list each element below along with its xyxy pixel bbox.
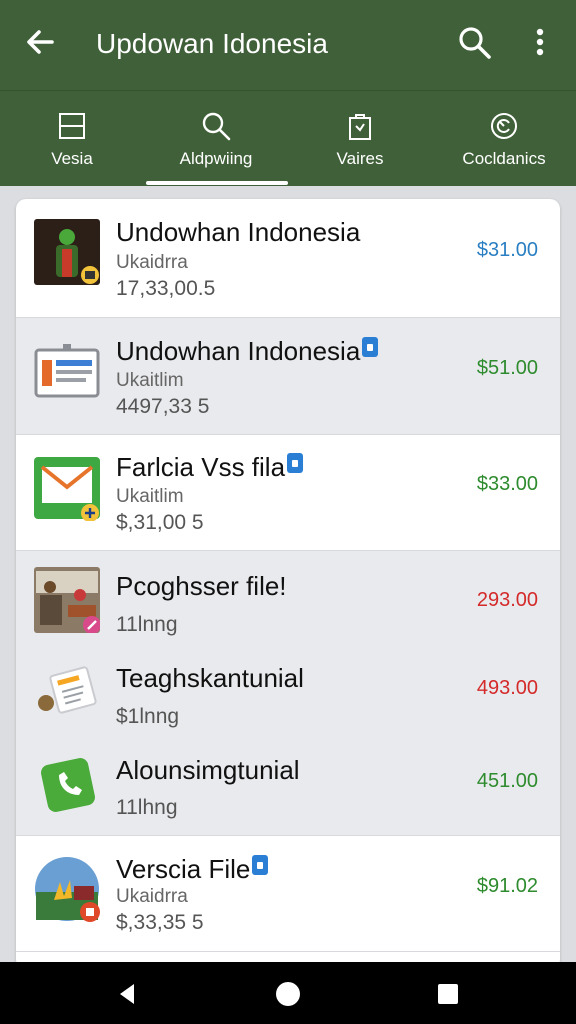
item-name: Verscia File <box>116 854 269 885</box>
mail-envelope-icon <box>34 457 100 521</box>
item-meta: 11lhng <box>116 796 178 819</box>
item-price: $51.00 <box>476 357 538 379</box>
recents-square-icon[interactable] <box>434 980 462 1008</box>
item-meta: $1lnng <box>116 705 180 728</box>
item-subtitle: Ukaitlim <box>116 370 184 391</box>
tab-label: Vesia <box>51 149 93 168</box>
shopping-bag-icon <box>349 114 371 140</box>
list-item[interactable]: Farlcia Vss fila Ukaitlim $,31,00 5 $33.… <box>16 435 560 551</box>
system-navigation-bar <box>0 962 576 1024</box>
item-price: 293.00 <box>476 589 538 611</box>
app-bar: Updowan Idonesia <box>0 0 576 90</box>
item-name: Teaghskantunial <box>116 663 304 693</box>
list-item[interactable]: Undowhan Indonesia Ukaitlim 4497,33 5 $5… <box>16 318 560 435</box>
item-meta: 17,33,00.5 <box>116 277 216 300</box>
item-subtitle: Ukaitlim <box>116 486 184 507</box>
page-title: Updowan Idonesia <box>96 28 328 59</box>
lock-badge-icon <box>252 855 269 875</box>
landscape-photo-thumbnail <box>35 857 100 922</box>
lock-badge-icon <box>362 337 379 357</box>
search-icon <box>202 112 231 141</box>
list-item[interactable]: Pcoghsser file! 11lnng 293.00 <box>16 551 560 647</box>
item-name: Farlcia Vss fila <box>116 452 304 483</box>
square-window-icon <box>59 113 85 139</box>
item-name: Pcoghsser file! <box>116 571 287 601</box>
list-item[interactable]: Verscia File Ukaidrra $,33,35 5 $91.02 <box>16 836 560 952</box>
item-name: Alounsimgtunial <box>116 755 300 785</box>
list-group: Pcoghsser file! 11lnng 293.00 Teaghskant… <box>16 551 560 836</box>
item-meta: 4497,33 5 <box>116 395 210 418</box>
item-subtitle: Ukaidrra <box>116 252 188 273</box>
search-icon[interactable] <box>458 26 492 60</box>
item-price: 493.00 <box>476 677 538 699</box>
presentation-board-icon <box>34 344 100 398</box>
lock-badge-icon <box>287 453 304 473</box>
tab-vaires[interactable]: Vaires <box>288 91 432 187</box>
item-price: $91.02 <box>476 875 538 897</box>
item-price: 451.00 <box>476 770 538 792</box>
photo-thumbnail <box>34 567 100 633</box>
item-name: Undowhan Indonesia <box>116 217 361 247</box>
phone-call-icon <box>41 758 95 812</box>
home-circle-icon[interactable] <box>274 980 302 1008</box>
tab-bar: Vesia Aldpwiing Vaires Cocldanics <box>0 90 576 186</box>
item-meta: $,33,35 5 <box>116 911 204 934</box>
documents-icon <box>38 666 97 714</box>
tab-label: Aldpwiing <box>179 149 253 168</box>
tab-cocldanics[interactable]: Cocldanics <box>432 91 576 187</box>
tab-label: Vaires <box>336 149 384 168</box>
list-item[interactable]: Teaghskantunial $1lnng 493.00 <box>16 647 560 739</box>
selected-tab-indicator <box>146 181 288 185</box>
item-meta: $,31,00 5 <box>116 511 204 534</box>
file-list: Undowhan Indonesia Ukaidrra 17,33,00.5 $… <box>16 199 560 969</box>
item-subtitle: Ukaidrra <box>116 886 188 907</box>
tab-vesia[interactable]: Vesia <box>0 91 144 187</box>
tab-aldpwiing[interactable]: Aldpwiing <box>144 91 288 187</box>
person-avatar-thumbnail <box>34 219 100 285</box>
list-item[interactable]: Undowhan Indonesia Ukaidrra 17,33,00.5 $… <box>16 199 560 318</box>
tab-label: Cocldanics <box>462 149 546 168</box>
item-meta: 11lnng <box>116 613 178 636</box>
item-name: Undowhan Indonesia <box>116 336 379 367</box>
back-triangle-icon[interactable] <box>114 980 142 1008</box>
item-price: $33.00 <box>476 473 538 495</box>
back-arrow-icon[interactable] <box>24 26 56 58</box>
item-price: $31.00 <box>476 239 538 261</box>
list-item[interactable]: Alounsimgtunial 11lhng 451.00 <box>16 739 560 836</box>
refresh-circle-icon <box>491 113 517 139</box>
more-options-icon[interactable] <box>528 26 552 60</box>
